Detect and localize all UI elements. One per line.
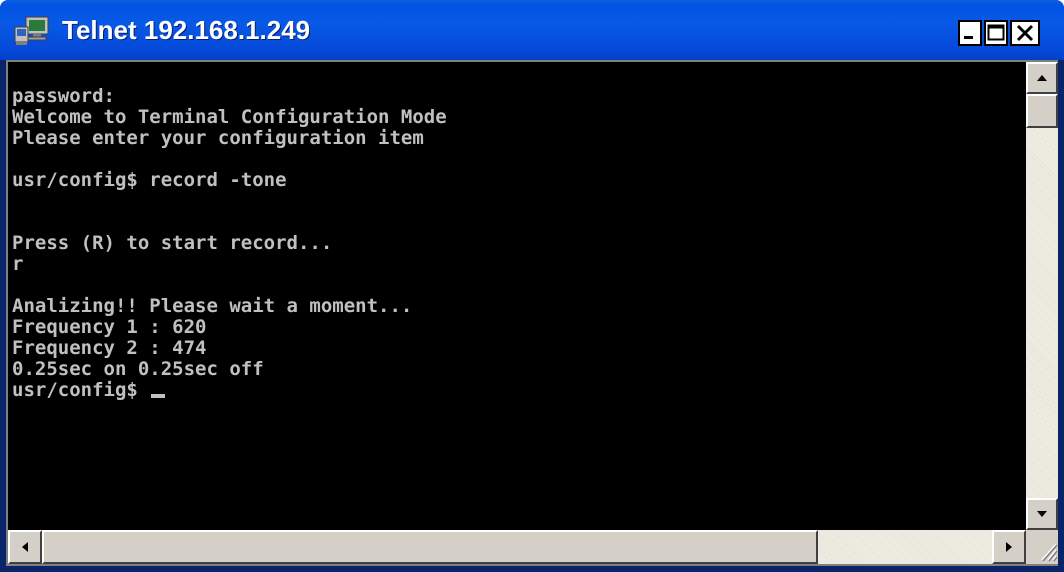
terminal-line: Welcome to Terminal Configuration Mode [12, 106, 447, 128]
terminal-line: usr/config$ record -tone [12, 169, 287, 191]
horizontal-scroll-thumb[interactable] [42, 530, 818, 564]
terminal-line: Press (R) to start record... [12, 232, 333, 254]
text-cursor [151, 394, 166, 398]
terminal-line: Analizing!! Please wait a moment... [12, 295, 413, 317]
title-bar[interactable]: Telnet 192.168.1.249 [0, 0, 1064, 60]
close-button[interactable] [1010, 20, 1040, 46]
maximize-icon [987, 24, 1005, 41]
size-grip[interactable] [1026, 530, 1058, 564]
resize-grip-icon [1041, 543, 1058, 562]
vertical-scrollbar[interactable] [1026, 62, 1058, 530]
minimize-icon [964, 36, 973, 39]
scroll-right-button[interactable] [992, 530, 1026, 564]
terminal-line: password: [12, 85, 115, 107]
terminal-line: r [12, 253, 24, 275]
horizontal-scrollbar[interactable] [8, 530, 1026, 564]
terminal-line: 0.25sec on 0.25sec off [12, 358, 264, 380]
terminal-screen[interactable]: password: Welcome to Terminal Configurati… [8, 62, 1026, 530]
client-area: password: Welcome to Terminal Configurati… [6, 60, 1058, 566]
terminal-prompt-line[interactable]: usr/config$ [12, 380, 447, 401]
scroll-down-button[interactable] [1026, 498, 1058, 530]
scroll-up-button[interactable] [1026, 62, 1058, 94]
arrow-up-icon [1037, 75, 1047, 81]
close-icon [1016, 24, 1034, 42]
arrow-right-icon [1006, 542, 1012, 552]
terminal-line: Frequency 2 : 474 [12, 337, 207, 359]
terminal-line: Please enter your configuration item [12, 127, 424, 149]
window-title: Telnet 192.168.1.249 [62, 15, 311, 45]
scroll-left-button[interactable] [8, 530, 42, 564]
arrow-down-icon [1037, 511, 1047, 517]
minimize-button[interactable] [958, 20, 982, 46]
maximize-button[interactable] [984, 20, 1008, 46]
terminal-line: Frequency 1 : 620 [12, 316, 207, 338]
arrow-left-icon [22, 542, 28, 552]
telnet-window: Telnet 192.168.1.249 password: Welcome to… [0, 0, 1064, 572]
terminal-output: password: Welcome to Terminal Configurati… [12, 86, 447, 401]
terminal-prompt: usr/config$ [12, 379, 150, 401]
telnet-computer-icon[interactable] [14, 16, 50, 46]
vertical-scroll-thumb[interactable] [1026, 94, 1058, 128]
